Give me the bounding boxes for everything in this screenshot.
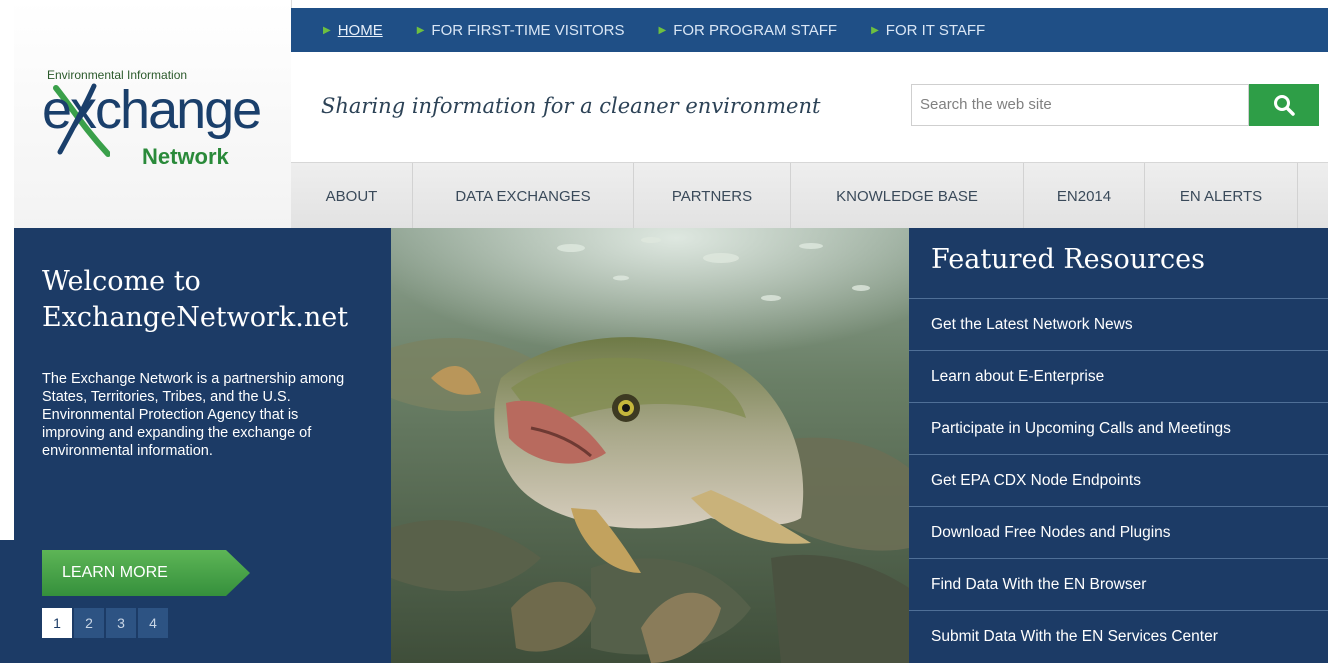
- pager-page-4[interactable]: 4: [138, 608, 168, 638]
- learn-more-label: LEARN MORE: [62, 564, 168, 581]
- page: Environmental Information exchange Netwo…: [0, 0, 1328, 663]
- main-nav-en2014[interactable]: EN2014: [1024, 163, 1145, 229]
- slide-pager: 1 2 3 4: [42, 608, 168, 638]
- arrow-right-icon: ▶: [323, 24, 331, 36]
- search-input[interactable]: [912, 85, 1250, 123]
- resource-link-en-services-center[interactable]: Submit Data With the EN Services Center: [909, 610, 1328, 662]
- arrow-right-icon: ▶: [871, 24, 879, 36]
- featured-resources-list: Get the Latest Network News Learn about …: [909, 298, 1328, 662]
- main-nav-knowledge-base[interactable]: KNOWLEDGE BASE: [791, 163, 1024, 229]
- top-nav-label: FOR PROGRAM STAFF: [673, 21, 838, 39]
- top-nav-label: FOR IT STAFF: [885, 21, 986, 39]
- top-nav-program-staff[interactable]: ▶ FOR PROGRAM STAFF: [658, 22, 837, 39]
- site-logo[interactable]: Environmental Information exchange Netwo…: [14, 0, 292, 228]
- hero-photo-salmon: [391, 228, 909, 663]
- resource-link-e-enterprise[interactable]: Learn about E-Enterprise: [909, 350, 1328, 402]
- top-nav-label: FOR FIRST-TIME VISITORS: [431, 21, 625, 39]
- resource-link-cdx-node-endpoints[interactable]: Get EPA CDX Node Endpoints: [909, 454, 1328, 506]
- main-nav-en-alerts[interactable]: EN ALERTS: [1145, 163, 1298, 229]
- logo-network-label: Network: [142, 144, 229, 169]
- main-nav-about[interactable]: ABOUT: [291, 163, 413, 229]
- resource-link-network-news[interactable]: Get the Latest Network News: [909, 298, 1328, 350]
- resource-link-en-browser[interactable]: Find Data With the EN Browser: [909, 558, 1328, 610]
- arrow-right-icon: ▶: [416, 24, 425, 36]
- logo-wordmark: exchange: [42, 80, 262, 140]
- main-nav-partners[interactable]: PARTNERS: [634, 163, 791, 229]
- top-nav-home[interactable]: ▶ HOME: [323, 22, 383, 39]
- welcome-body: The Exchange Network is a partnership am…: [42, 371, 345, 459]
- main-nav: ABOUT DATA EXCHANGES PARTNERS KNOWLEDGE …: [291, 162, 1328, 229]
- search-box: [911, 84, 1250, 126]
- top-nav-label: HOME: [337, 21, 383, 39]
- main-nav-data-exchanges[interactable]: DATA EXCHANGES: [413, 163, 634, 229]
- resource-link-calls-meetings[interactable]: Participate in Upcoming Calls and Meetin…: [909, 402, 1328, 454]
- left-gutter-band: [0, 540, 14, 663]
- welcome-panel: Welcome to ExchangeNetwork.net The Excha…: [14, 228, 391, 663]
- salmon-illustration: [391, 228, 909, 663]
- arrow-right-icon: ▶: [658, 24, 667, 36]
- learn-more-button[interactable]: LEARN MORE: [42, 550, 250, 596]
- welcome-title: Welcome to ExchangeNetwork.net: [42, 266, 349, 333]
- pager-page-3[interactable]: 3: [106, 608, 136, 638]
- top-nav-it-staff[interactable]: ▶ FOR IT STAFF: [871, 22, 985, 39]
- top-nav-bar: ▶ HOME ▶ FOR FIRST-TIME VISITORS ▶ FOR P…: [291, 8, 1328, 52]
- pager-page-1[interactable]: 1: [42, 608, 72, 638]
- tagline-bar: Sharing information for a cleaner enviro…: [291, 52, 1328, 162]
- search-icon: [1274, 95, 1295, 116]
- pager-page-2[interactable]: 2: [74, 608, 104, 638]
- search-button[interactable]: [1249, 84, 1319, 126]
- site-tagline: Sharing information for a cleaner enviro…: [321, 94, 821, 118]
- featured-resources-title: Featured Resources: [931, 244, 1205, 275]
- top-nav: ▶ HOME ▶ FOR FIRST-TIME VISITORS ▶ FOR P…: [291, 8, 985, 52]
- featured-resources-panel: Featured Resources Get the Latest Networ…: [909, 228, 1328, 663]
- resource-link-free-nodes-plugins[interactable]: Download Free Nodes and Plugins: [909, 506, 1328, 558]
- top-nav-first-time-visitors[interactable]: ▶ FOR FIRST-TIME VISITORS: [417, 22, 625, 39]
